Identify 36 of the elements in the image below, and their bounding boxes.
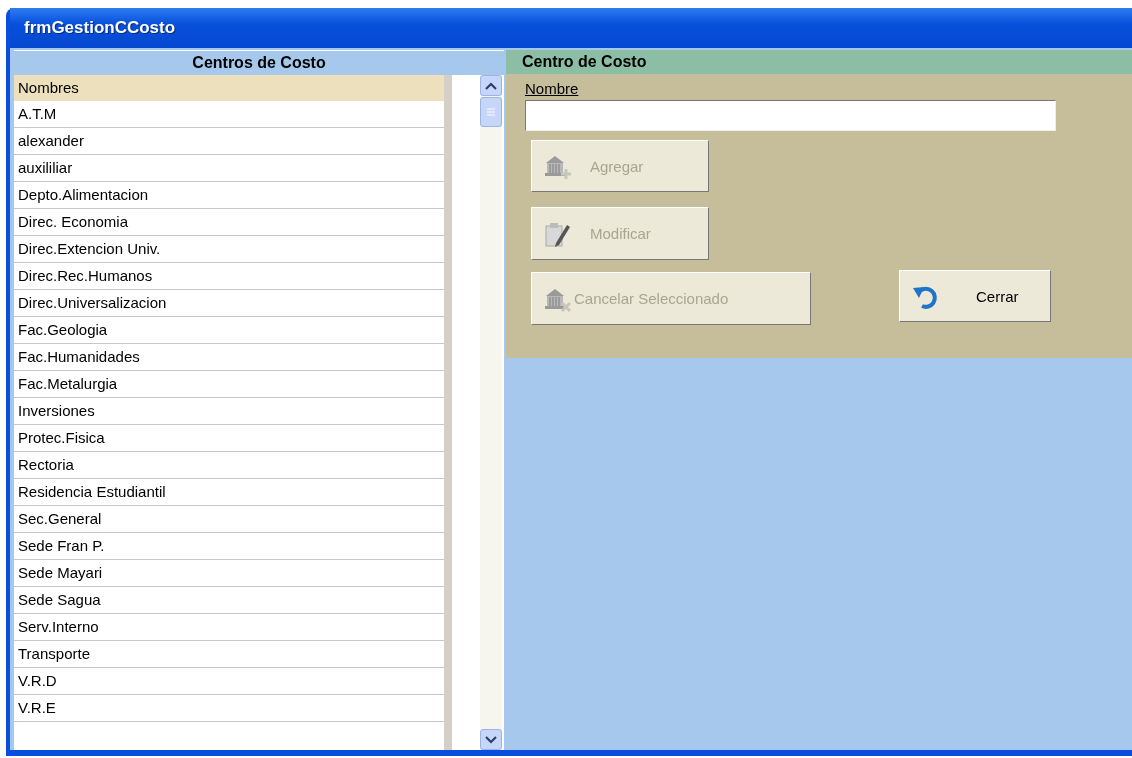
table-cell[interactable]: Protec.Fisica bbox=[14, 425, 444, 452]
table-cell[interactable]: Fac.Geologia bbox=[14, 317, 444, 344]
table-cell[interactable]: Fac.Metalurgia bbox=[14, 371, 444, 398]
table-cell[interactable]: Direc.Extencion Univ. bbox=[14, 236, 444, 263]
table-cell[interactable]: Rectoria bbox=[14, 452, 444, 479]
table-cell[interactable]: Direc.Universalizacion bbox=[14, 290, 444, 317]
table-cell[interactable]: V.R.E bbox=[14, 695, 444, 722]
table-cell[interactable]: Depto.Alimentacion bbox=[14, 182, 444, 209]
window-title: frmGestionCCosto bbox=[24, 18, 176, 38]
chevron-down-icon bbox=[485, 735, 497, 744]
table-cell[interactable]: Sede Mayari bbox=[14, 560, 444, 587]
table-cell[interactable]: Direc. Economia bbox=[14, 209, 444, 236]
scroll-up-button[interactable] bbox=[480, 75, 502, 96]
field-label: Nombre bbox=[525, 80, 580, 98]
scroll-thumb[interactable] bbox=[480, 97, 502, 127]
table-cell[interactable]: Sede Fran P. bbox=[14, 533, 444, 560]
table-cell[interactable]: Serv.Interno bbox=[14, 614, 444, 641]
scrollbar[interactable] bbox=[480, 75, 502, 750]
table-cell[interactable]: alexander bbox=[14, 128, 444, 155]
table-cell[interactable]: Direc.Rec.Humanos bbox=[14, 263, 444, 290]
table-cell[interactable]: Sede Sagua bbox=[14, 587, 444, 614]
action-button[interactable]: Cerrar bbox=[899, 270, 1051, 323]
table-cell[interactable]: Residencia Estudiantil bbox=[14, 479, 444, 506]
table-cell[interactable]: V.R.D bbox=[14, 668, 444, 695]
table-cell[interactable]: Fac.Humanidades bbox=[14, 344, 444, 371]
scroll-down-button[interactable] bbox=[480, 729, 502, 750]
table-cell[interactable]: Sec.General bbox=[14, 506, 444, 533]
name-input-field[interactable] bbox=[525, 99, 1056, 132]
table-cell[interactable]: Inversiones bbox=[14, 398, 444, 425]
chevron-up-icon bbox=[485, 81, 497, 90]
column-header: Nombres bbox=[14, 75, 444, 101]
panel-title: Centros de Costo bbox=[192, 54, 326, 72]
panel-title: Centro de Costo bbox=[522, 53, 647, 71]
table-cell[interactable]: auxililiar bbox=[14, 155, 444, 182]
table-cell[interactable]: A.T.M bbox=[14, 101, 444, 128]
table-cell[interactable]: Transporte bbox=[14, 641, 444, 668]
